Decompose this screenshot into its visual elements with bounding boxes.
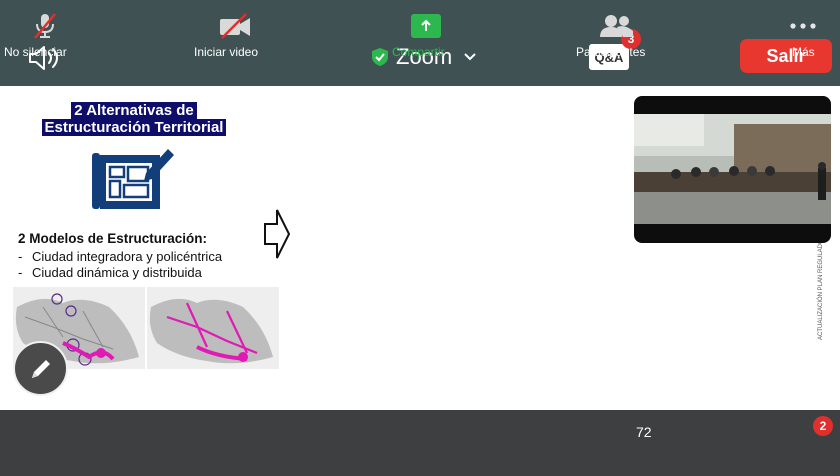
participants-icon xyxy=(600,15,633,37)
mic-muted-icon xyxy=(34,13,56,39)
start-video-label: Iniciar video xyxy=(194,45,259,59)
list-item: Ciudad dinámica y distribuida xyxy=(18,265,222,281)
participants-label: Participantes xyxy=(576,45,646,59)
more-dots-icon xyxy=(790,23,816,29)
models-list: Ciudad integradora y policéntrica Ciudad… xyxy=(18,249,222,281)
slide-title: 2 Alternativas de Estructuración Territo… xyxy=(34,102,234,136)
participants-count: 72 xyxy=(636,424,652,440)
share-label: Compartir xyxy=(392,45,445,59)
share-button[interactable]: Compartir xyxy=(388,0,464,66)
bottom-toolbar xyxy=(0,410,840,476)
camera-off-icon xyxy=(220,13,250,39)
blueprint-icon xyxy=(92,149,174,209)
city-map-image xyxy=(147,287,279,369)
side-caption: ACTUALIZACIÓN PLAN REGULADOR xyxy=(818,234,824,340)
shield-check-icon xyxy=(372,48,388,66)
annotate-button[interactable] xyxy=(13,341,68,396)
chevron-down-icon xyxy=(464,53,476,61)
video-frame xyxy=(634,114,831,224)
models-heading: 2 Modelos de Estructuración: xyxy=(18,231,208,246)
zoom-meeting-window: Zoom Q&A 3 Salir 2 Alternativas de Estru… xyxy=(0,0,840,476)
start-video-button[interactable]: Iniciar video xyxy=(190,0,280,66)
participants-button[interactable]: Participantes xyxy=(572,0,662,66)
list-item: Ciudad integradora y policéntrica xyxy=(18,249,222,265)
slide-title-line2: Estructuración Territorial xyxy=(41,119,227,136)
more-button[interactable]: Más xyxy=(778,0,828,66)
slide-title-line1: 2 Alternativas de xyxy=(71,102,197,119)
participant-video-thumbnail[interactable] xyxy=(634,96,831,243)
more-badge: 2 xyxy=(813,416,833,436)
share-arrow-icon xyxy=(411,14,441,38)
unmute-label: No silenciar xyxy=(4,45,67,59)
right-arrow-icon xyxy=(264,209,291,259)
more-label: Más xyxy=(792,45,815,59)
pen-icon xyxy=(31,359,50,378)
unmute-button[interactable]: No silenciar xyxy=(0,0,90,66)
